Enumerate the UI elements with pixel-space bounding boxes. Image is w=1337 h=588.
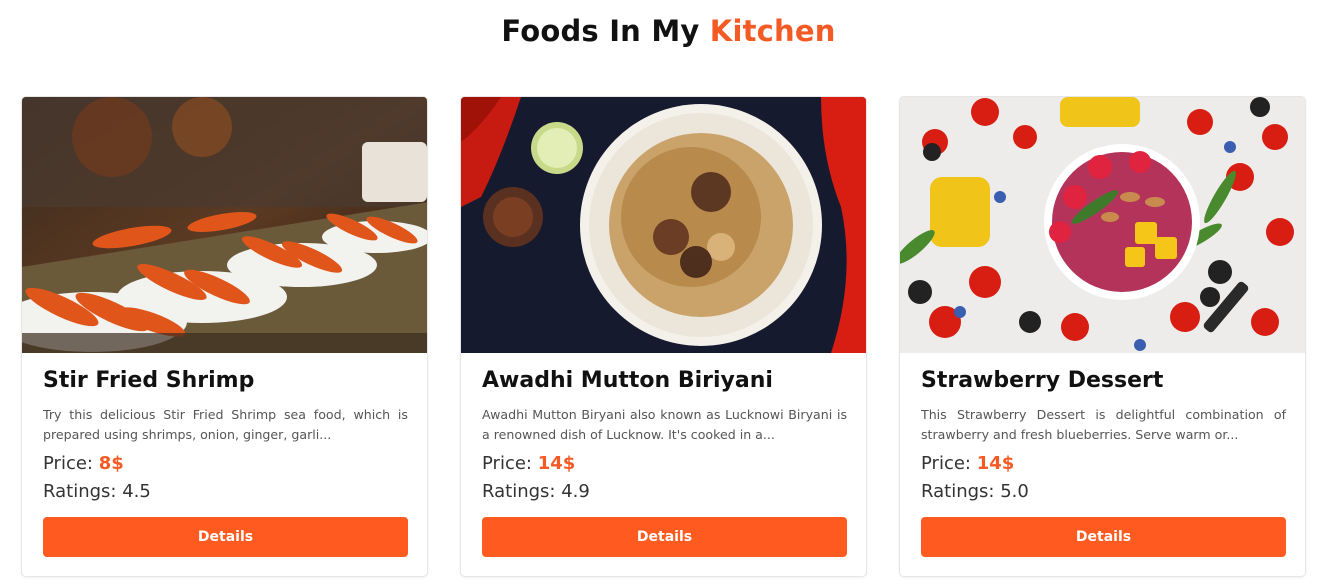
rating-label: Ratings:	[921, 481, 995, 502]
rating-value: 4.5	[122, 481, 151, 502]
strawberry-dessert-photo	[900, 97, 1305, 353]
shrimp-food-photo	[22, 97, 427, 353]
food-card-strawberry-dessert: Strawberry Dessert This Strawberry Desse…	[899, 96, 1306, 577]
rating-label: Ratings:	[43, 481, 117, 502]
price-value: 14$	[537, 453, 576, 474]
details-button[interactable]: Details	[921, 517, 1286, 557]
card-rating: Ratings: 5.0	[921, 481, 1286, 502]
card-rating: Ratings: 4.5	[43, 481, 408, 502]
page-title: Foods In My Kitchen	[0, 14, 1337, 48]
card-price: Price: 14$	[921, 453, 1286, 474]
page-title-accent: Kitchen	[709, 14, 836, 48]
card-description: Awadhi Mutton Biryani also known as Luck…	[482, 407, 847, 442]
price-label: Price:	[921, 453, 971, 474]
biryani-food-photo	[461, 97, 866, 353]
card-title: Stir Fried Shrimp	[43, 368, 255, 393]
card-price: Price: 14$	[482, 453, 847, 474]
price-label: Price:	[43, 453, 93, 474]
card-title: Awadhi Mutton Biriyani	[482, 368, 773, 393]
rating-value: 5.0	[1000, 481, 1029, 502]
details-button[interactable]: Details	[482, 517, 847, 557]
rating-label: Ratings:	[482, 481, 556, 502]
card-description: This Strawberry Dessert is delightful co…	[921, 407, 1286, 442]
card-price: Price: 8$	[43, 453, 408, 474]
card-description: Try this delicious Stir Fried Shrimp sea…	[43, 407, 408, 442]
price-label: Price:	[482, 453, 532, 474]
card-title: Strawberry Dessert	[921, 368, 1164, 393]
price-value: 14$	[976, 453, 1015, 474]
page-title-prefix: Foods In My	[501, 14, 700, 48]
details-button[interactable]: Details	[43, 517, 408, 557]
food-card-awadhi-mutton-biriyani: Awadhi Mutton Biriyani Awadhi Mutton Bir…	[460, 96, 867, 577]
price-value: 8$	[98, 453, 124, 474]
card-rating: Ratings: 4.9	[482, 481, 847, 502]
rating-value: 4.9	[561, 481, 590, 502]
food-card-stir-fried-shrimp: Stir Fried Shrimp Try this delicious Sti…	[21, 96, 428, 577]
